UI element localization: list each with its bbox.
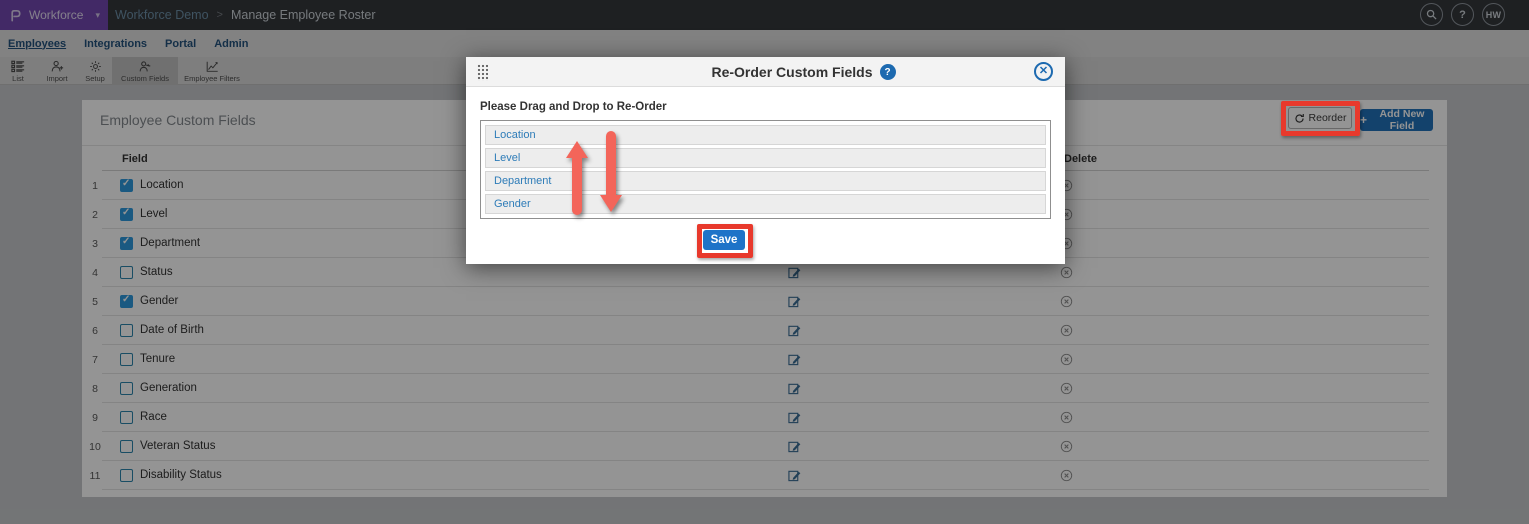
dialog-title: Re-Order Custom Fields [711, 64, 873, 80]
reorder-list: Location Level Department Gender [480, 120, 1051, 219]
close-icon[interactable]: ✕ [1034, 62, 1053, 81]
drag-drop-instruction: Please Drag and Drop to Re-Order [480, 101, 667, 113]
dialog-body: Please Drag and Drop to Re-Order Locatio… [466, 87, 1065, 219]
help-icon[interactable]: ? [879, 64, 896, 80]
reorder-custom-fields-dialog: Re-Order Custom Fields ? ✕ Please Drag a… [466, 57, 1065, 264]
save-button[interactable]: Save [703, 230, 745, 250]
application-window: Workforce ▾ Workforce Demo > Manage Empl… [0, 0, 1529, 524]
reorder-list-item[interactable]: Gender [485, 194, 1046, 214]
dialog-title-block: Re-Order Custom Fields ? [711, 57, 896, 87]
reorder-list-item[interactable]: Level [485, 148, 1046, 168]
reorder-list-item[interactable]: Department [485, 171, 1046, 191]
drag-handle-icon[interactable] [477, 64, 488, 81]
reorder-list-item[interactable]: Location [485, 125, 1046, 145]
dialog-header: Re-Order Custom Fields ? ✕ [466, 57, 1065, 87]
